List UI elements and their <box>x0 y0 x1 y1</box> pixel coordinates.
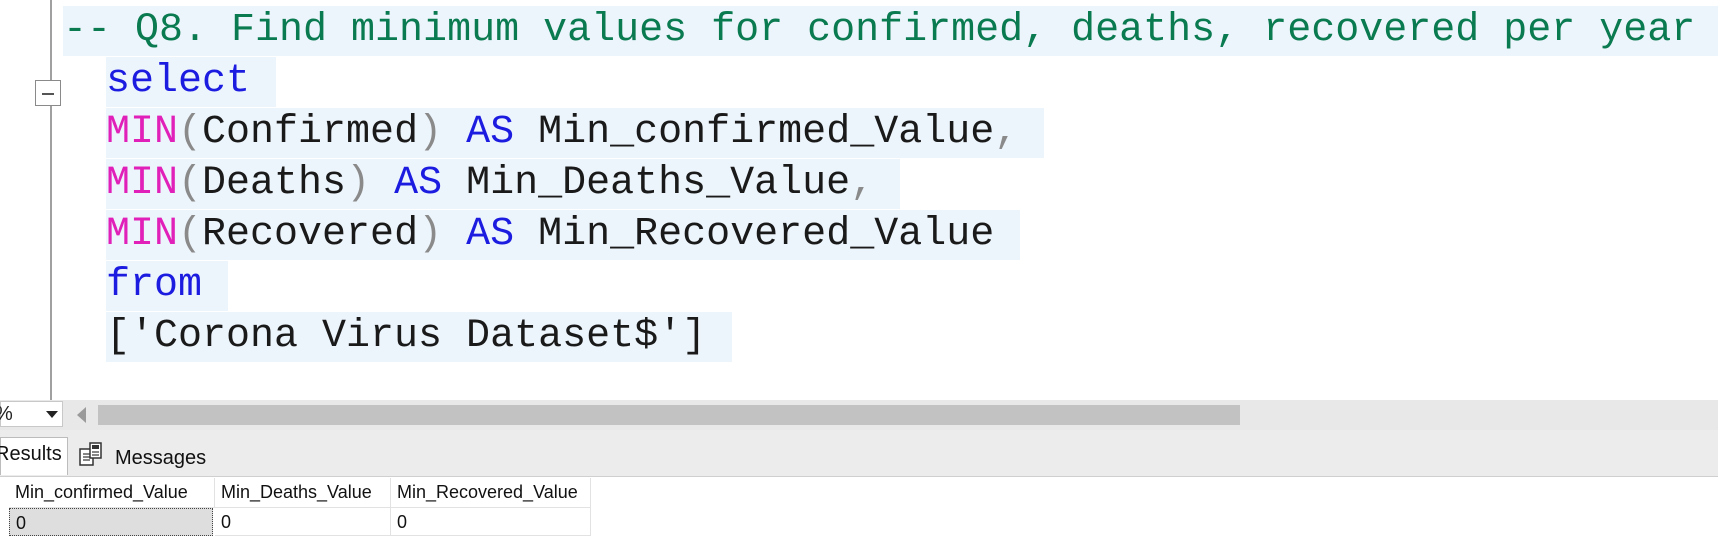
tab-results[interactable]: Results <box>0 437 68 475</box>
code-line-min-recovered[interactable]: MIN(Recovered) AS Min_Recovered_Value <box>106 210 1021 260</box>
result-cell-min-confirmed[interactable]: 0 <box>9 508 213 536</box>
sql-table-name: ['Corona Virus Dataset$'] <box>106 314 707 359</box>
sql-function-min: MIN <box>106 161 179 206</box>
result-cell-min-recovered[interactable]: 0 <box>391 508 591 536</box>
scroll-left-arrow-icon[interactable] <box>77 407 86 423</box>
sql-paren-open: ( <box>178 161 203 206</box>
gutter-divider <box>50 0 52 400</box>
zoom-value: % <box>0 403 13 426</box>
tab-messages-label: Messages <box>115 447 207 469</box>
sql-function-min: MIN <box>106 212 179 257</box>
zoom-dropdown[interactable]: % <box>0 401 63 427</box>
sql-column-confirmed: Confirmed <box>202 110 419 155</box>
column-header-min-recovered[interactable]: Min_Recovered_Value <box>391 478 591 508</box>
sql-alias-min-confirmed: Min_confirmed_Value <box>538 110 995 155</box>
sql-keyword-select: select <box>106 59 251 104</box>
sql-paren-close: ) <box>346 161 371 206</box>
code-line-table[interactable]: ['Corona Virus Dataset$'] <box>106 312 733 362</box>
sql-keyword-from: from <box>106 263 203 308</box>
sql-column-deaths: Deaths <box>202 161 347 206</box>
sql-paren-open: ( <box>178 110 203 155</box>
sql-column-recovered: Recovered <box>202 212 419 257</box>
sql-keyword-as: AS <box>466 212 515 257</box>
sql-alias-min-deaths: Min_Deaths_Value <box>466 161 851 206</box>
column-header-min-confirmed[interactable]: Min_confirmed_Value <box>9 478 215 508</box>
code-line-min-deaths[interactable]: MIN(Deaths) AS Min_Deaths_Value, <box>106 159 901 209</box>
sql-paren-close: ) <box>418 212 443 257</box>
tab-results-label: Results <box>0 443 62 465</box>
result-cell-min-deaths[interactable]: 0 <box>215 508 391 536</box>
code-line-comment[interactable]: -- Q8. Find minimum values for confirmed… <box>63 6 1718 56</box>
sql-paren-close: ) <box>418 110 443 155</box>
sql-function-min: MIN <box>106 110 179 155</box>
column-header-min-deaths[interactable]: Min_Deaths_Value <box>215 478 391 508</box>
messages-icon <box>79 442 102 466</box>
sql-alias-min-recovered: Min_Recovered_Value <box>538 212 995 257</box>
results-tabstrip <box>0 430 1718 477</box>
query-editor[interactable]: -- Q8. Find minimum values for confirmed… <box>0 0 1718 400</box>
sql-comma: , <box>850 161 875 206</box>
sql-paren-open: ( <box>178 212 203 257</box>
scrollbar-thumb[interactable] <box>98 405 1240 425</box>
sql-comment: -- Q8. Find minimum values for confirmed… <box>63 8 1696 53</box>
code-line-min-confirmed[interactable]: MIN(Confirmed) AS Min_confirmed_Value, <box>106 108 1045 158</box>
code-line-select[interactable]: select <box>106 57 277 107</box>
collapse-toggle-icon[interactable] <box>35 80 61 106</box>
sql-keyword-as: AS <box>394 161 443 206</box>
code-line-from[interactable]: from <box>106 261 229 311</box>
sql-comma: , <box>994 110 1019 155</box>
tab-messages[interactable]: Messages <box>75 437 215 475</box>
chevron-down-icon <box>46 411 58 418</box>
sql-keyword-as: AS <box>466 110 515 155</box>
